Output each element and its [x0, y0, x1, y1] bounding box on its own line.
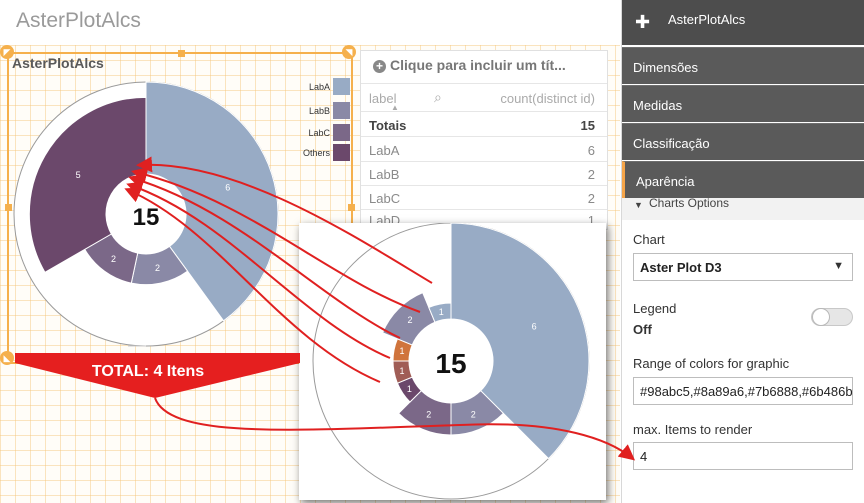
table-row-label[interactable]: LabA: [369, 143, 399, 158]
zoomed-chart-card: 62211121 15: [299, 223, 606, 500]
properties-panel: ✚ AsterPlotAlcs Dimensões Medidas Classi…: [621, 0, 864, 503]
legend-swatch: [333, 78, 350, 95]
legend-label: Legend: [633, 301, 677, 316]
data-table[interactable]: + Clique para incluir um tít... label ▲ ⌕…: [360, 50, 608, 230]
slice-value-label: 2: [426, 410, 431, 420]
slice-value-label: 6: [225, 182, 230, 192]
center-total: 15: [435, 348, 466, 379]
nav-item-dimensoes[interactable]: Dimensões: [622, 47, 864, 84]
zoomed-aster-plot: 62211121 15: [312, 223, 590, 500]
panel-header: ✚ AsterPlotAlcs: [622, 0, 864, 45]
legend-label: Others: [302, 148, 330, 158]
puzzle-icon: ✚: [635, 12, 651, 32]
table-row-value: 2: [587, 167, 595, 182]
panel-header-title: AsterPlotAlcs: [668, 12, 746, 27]
slice-value-label: 2: [155, 263, 160, 273]
legend-swatch: [333, 124, 350, 141]
slice-value-label: 1: [399, 366, 404, 376]
legend-swatch: [333, 144, 350, 161]
max-items-input[interactable]: 4: [633, 442, 853, 470]
range-colors-label: Range of colors for graphic: [633, 356, 790, 371]
table-row-label[interactable]: LabC: [369, 191, 400, 206]
add-title-placeholder[interactable]: + Clique para incluir um tít...: [373, 57, 566, 73]
plus-circle-icon: +: [373, 60, 386, 73]
table-row-value: 6: [587, 143, 595, 158]
legend-state: Off: [633, 322, 652, 337]
search-icon[interactable]: ⌕: [434, 89, 442, 106]
totals-label: Totais: [369, 118, 407, 133]
nav-item-aparencia[interactable]: Aparência: [622, 161, 864, 198]
slice-value-label: 2: [471, 410, 476, 420]
legend-label: LabA: [308, 82, 330, 92]
toggle-knob: [812, 308, 830, 326]
dropdown-arrow-icon: ▼: [833, 260, 844, 272]
caret-down-icon: ▼: [634, 200, 643, 210]
center-total: 15: [133, 204, 160, 231]
table-row-value: 2: [587, 191, 595, 206]
nav-item-medidas[interactable]: Medidas: [622, 85, 864, 122]
nav-item-classificacao[interactable]: Classificação: [622, 123, 864, 160]
section-header[interactable]: ▼ Charts Options: [622, 196, 864, 220]
slice-value-label: 1: [439, 307, 444, 317]
section-title: Charts Options: [649, 196, 730, 210]
chart-select[interactable]: Aster Plot D3 ▼: [633, 253, 853, 281]
column-header-measure[interactable]: count(distinct id): [497, 91, 595, 106]
slice-value-label: 1: [407, 384, 412, 394]
slice-value-label: 2: [111, 254, 116, 264]
legend-label: LabC: [308, 128, 330, 138]
legend-toggle[interactable]: [811, 308, 853, 326]
table-row-label[interactable]: LabB: [369, 167, 399, 182]
slice-value-label: 6: [532, 322, 537, 332]
legend-swatch: [333, 102, 350, 119]
slice-value-label: 2: [407, 315, 412, 325]
slice-value-label: 5: [76, 170, 81, 180]
range-colors-input[interactable]: #98abc5,#8a89a6,#7b6888,#6b486b,#a05d56,…: [633, 377, 853, 405]
legend-label: LabB: [308, 106, 330, 116]
totals-value: 15: [580, 118, 595, 133]
max-items-label: max. Items to render: [633, 422, 753, 437]
slice-value-label: 1: [399, 346, 404, 356]
chart-label: Chart: [633, 232, 665, 247]
